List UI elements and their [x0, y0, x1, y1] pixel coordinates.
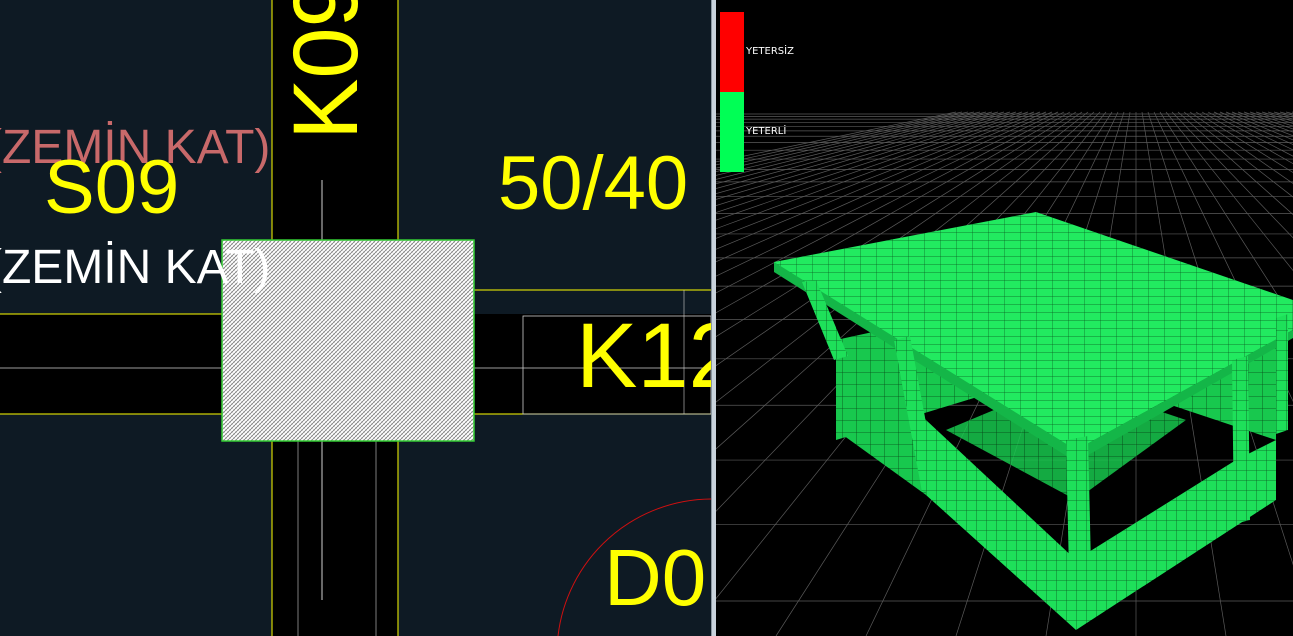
legend-label-yetersiz: YETERSİZ: [746, 46, 794, 57]
section-size-label: 50/40: [498, 141, 689, 226]
legend-swatch-yetersiz: [720, 12, 744, 92]
column-3: [1066, 436, 1092, 616]
door-label: D0: [604, 533, 707, 622]
column-5: [1276, 314, 1288, 434]
legend-swatch-yeterli: [720, 92, 744, 172]
column-label-s09: S09: [44, 145, 180, 230]
beam-label-k09: K09: [275, 0, 377, 140]
cad-plan-viewport[interactable]: K09 (ZEMİN KAT) S09 50/40 (ZEMİN KAT) K1…: [0, 0, 711, 636]
beam-label-k12: K12: [576, 305, 711, 407]
column-4: [1232, 356, 1250, 524]
model-3d-viewport[interactable]: YETERSİZ YETERLİ: [716, 0, 1293, 636]
model-3d-drawing: [716, 12, 1293, 636]
legend-label-yeterli: YETERLİ: [746, 126, 787, 137]
floor-label-white: (ZEMİN KAT): [0, 241, 271, 294]
